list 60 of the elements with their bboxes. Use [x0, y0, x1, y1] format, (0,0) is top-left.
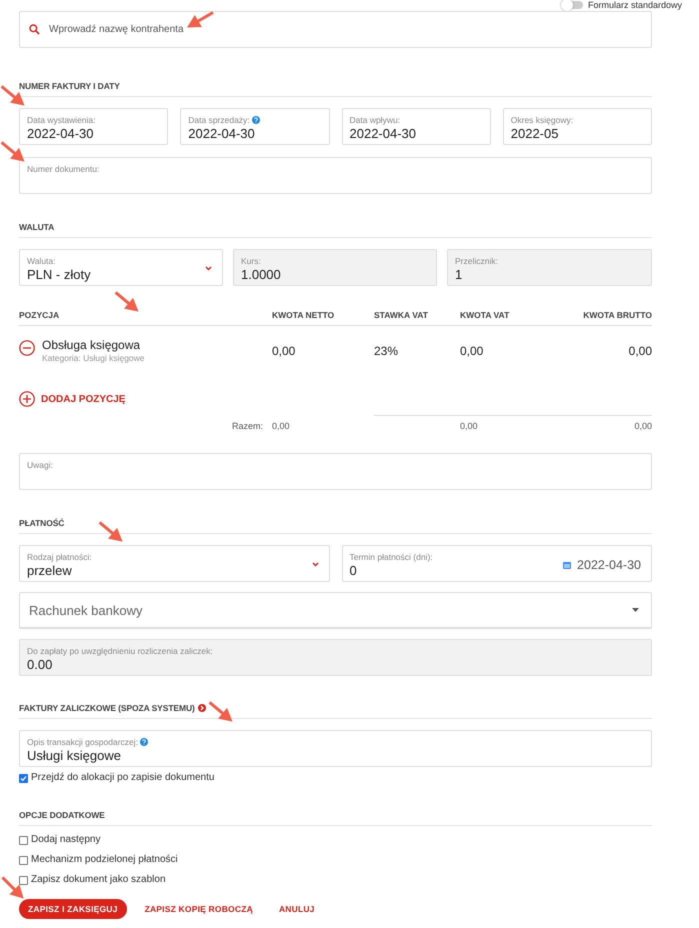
column-header: STAWKA VAT	[374, 310, 460, 326]
checkbox-label: Mechanizm podzielonej płatności	[31, 854, 178, 866]
checkbox-label: Przejdź do alokacji po zapisie dokumentu	[31, 772, 214, 784]
toggle-switch[interactable]	[562, 1, 583, 9]
checkbox[interactable]	[19, 774, 28, 782]
due-date: 2022-04-30	[577, 558, 641, 572]
column-header: KWOTA VAT	[460, 310, 510, 320]
position-name: Obsługa księgowa	[42, 338, 142, 352]
caret-icon	[632, 608, 639, 612]
table-cell-text: 0,00	[628, 344, 652, 360]
search-field[interactable]: Wprowadź nazwę kontrahenta	[19, 11, 652, 48]
dropdown[interactable]: Rachunek bankowy	[19, 592, 652, 629]
total-label: Razem:	[232, 421, 263, 431]
save-and-post-button[interactable]: ZAPISZ I ZAKSIĘGUJ	[19, 899, 127, 919]
help-icon[interactable]	[252, 116, 260, 124]
dropdown[interactable]: Rodzaj płatności: przelew	[19, 545, 330, 582]
remove-icon[interactable]	[19, 340, 35, 356]
chevron-down-icon	[312, 562, 318, 567]
checkbox[interactable]	[19, 836, 28, 844]
total-value: 0,00	[272, 421, 290, 431]
input-field[interactable]: Okres księgowy: 2022-05	[502, 108, 652, 145]
column-header: POZYCJA	[19, 310, 272, 326]
calendar-icon	[563, 561, 572, 569]
section-title: NUMER FAKTURY I DATY	[19, 81, 120, 91]
input-field[interactable]: Data sprzedaży: 2022-04-30	[180, 108, 330, 145]
table-cell-text: 23%	[374, 343, 400, 360]
plus-circle-icon	[19, 391, 35, 407]
action-link[interactable]: ANULUJ	[270, 900, 323, 918]
table-cell-text: 0,00	[272, 343, 296, 360]
dropdown[interactable]: Waluta: PLN - złoty	[19, 249, 223, 286]
checkbox[interactable]	[19, 876, 28, 884]
checkbox-label: Zapisz dokument jako szablon	[31, 874, 166, 886]
input-field: Przelicznik: 1	[447, 249, 652, 286]
section-title: WALUTA	[19, 222, 54, 232]
input-field[interactable]: Termin płatności (dni): 0 2022-04-30	[342, 545, 652, 582]
input-field[interactable]: Uwagi:	[19, 453, 652, 490]
help-icon[interactable]	[140, 738, 148, 746]
total-value: 0,00	[634, 421, 652, 432]
section-title: PŁATNOŚĆ	[19, 518, 64, 528]
input-field: Kurs: 1.0000	[233, 249, 437, 286]
input-field: Do zapłaty po uwzględnieniu rozliczenia zaliczek: 0.00	[19, 639, 652, 676]
chevron-down-icon	[205, 266, 212, 271]
arrow-circle-icon[interactable]	[198, 704, 206, 712]
add-position-button[interactable]: DODAJ POZYCJĘ	[19, 391, 126, 407]
checkbox-label: Dodaj następny	[31, 834, 100, 846]
action-link[interactable]: ZAPISZ KOPIĘ ROBOCZĄ	[136, 900, 261, 918]
input-field[interactable]: Data wpływu: 2022-04-30	[342, 108, 491, 145]
total-value: 0,00	[460, 421, 478, 432]
section-title: OPCJE DODATKOWE	[19, 810, 105, 820]
table-cell-text: 0,00	[460, 344, 484, 360]
input-field[interactable]: Numer dokumentu:	[19, 157, 652, 194]
section-title: FAKTURY ZALICZKOWE (SPOZA SYSTEMU)	[19, 703, 195, 713]
position-category: Kategoria: Usługi księgowe	[42, 353, 145, 363]
toggle-label: Formularz standardowy	[588, 0, 682, 10]
checkbox[interactable]	[19, 856, 28, 864]
column-header: KWOTA NETTO	[272, 310, 374, 326]
input-field[interactable]: Data wystawienia: 2022-04-30	[19, 108, 168, 145]
input-field[interactable]: Opis transakcji gospodarczej: Usługi księgowe	[19, 730, 652, 767]
search-icon	[29, 24, 40, 35]
column-header: KWOTA BRUTTO	[583, 310, 652, 320]
